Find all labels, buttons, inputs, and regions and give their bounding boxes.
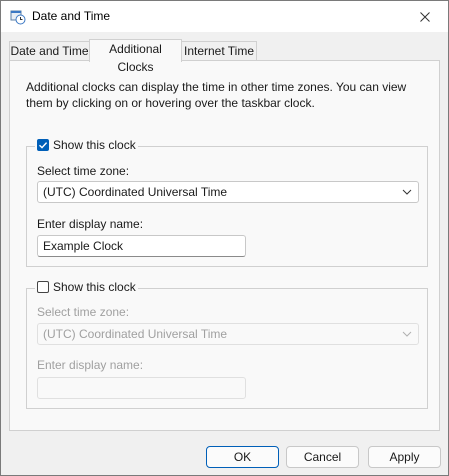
- clock2-timezone-label: Select time zone:: [37, 305, 130, 319]
- clock1-timezone-select[interactable]: (UTC) Coordinated Universal Time: [37, 181, 419, 203]
- clock2-show-checkbox[interactable]: [37, 281, 49, 293]
- clock1-name-label: Enter display name:: [37, 217, 144, 231]
- description-text: Additional clocks can display the time i…: [26, 80, 407, 110]
- tab-additional-clocks[interactable]: Additional Clocks: [89, 39, 182, 74]
- cancel-button[interactable]: Cancel: [286, 446, 359, 468]
- ok-button[interactable]: OK: [206, 446, 279, 468]
- tab-internet-time[interactable]: Internet Time: [181, 41, 257, 60]
- clock-calendar-icon: [10, 9, 26, 25]
- additional-clocks-panel: Additional clocks can display the time i…: [9, 60, 440, 431]
- close-button[interactable]: [402, 1, 448, 32]
- clock1-show-label: Show this clock: [53, 138, 136, 152]
- close-icon: [420, 11, 430, 22]
- date-time-dialog: Date and Time Date and Time Additional C…: [0, 0, 449, 476]
- clock2-legend: Show this clock: [35, 280, 138, 294]
- window-title: Date and Time: [32, 9, 111, 23]
- clock1-legend: Show this clock: [35, 138, 138, 152]
- title-bar: Date and Time: [1, 1, 448, 32]
- chevron-down-icon: [402, 331, 412, 337]
- clock2-show-label: Show this clock: [53, 280, 136, 294]
- tab-date-and-time[interactable]: Date and Time: [9, 41, 90, 60]
- chevron-down-icon: [402, 189, 412, 195]
- clock2-name-input: [37, 377, 246, 399]
- dialog-footer: OK Cancel Apply: [1, 433, 448, 475]
- checkmark-icon: [39, 142, 48, 149]
- clock1-group: Show this clock Select time zone: (UTC) …: [26, 138, 428, 267]
- apply-button[interactable]: Apply: [368, 446, 441, 468]
- clock2-timezone-value: (UTC) Coordinated Universal Time: [43, 327, 228, 341]
- clock1-timezone-label: Select time zone:: [37, 164, 130, 178]
- tab-strip: Date and Time Additional Clocks Internet…: [9, 39, 440, 74]
- clock1-show-checkbox[interactable]: [37, 139, 49, 151]
- clock2-name-label: Enter display name:: [37, 358, 144, 372]
- clock2-group: Show this clock Select time zone: (UTC) …: [26, 280, 428, 409]
- clock2-timezone-select: (UTC) Coordinated Universal Time: [37, 323, 419, 345]
- clock1-timezone-value: (UTC) Coordinated Universal Time: [43, 185, 228, 199]
- clock1-name-input[interactable]: Example Clock: [37, 235, 246, 257]
